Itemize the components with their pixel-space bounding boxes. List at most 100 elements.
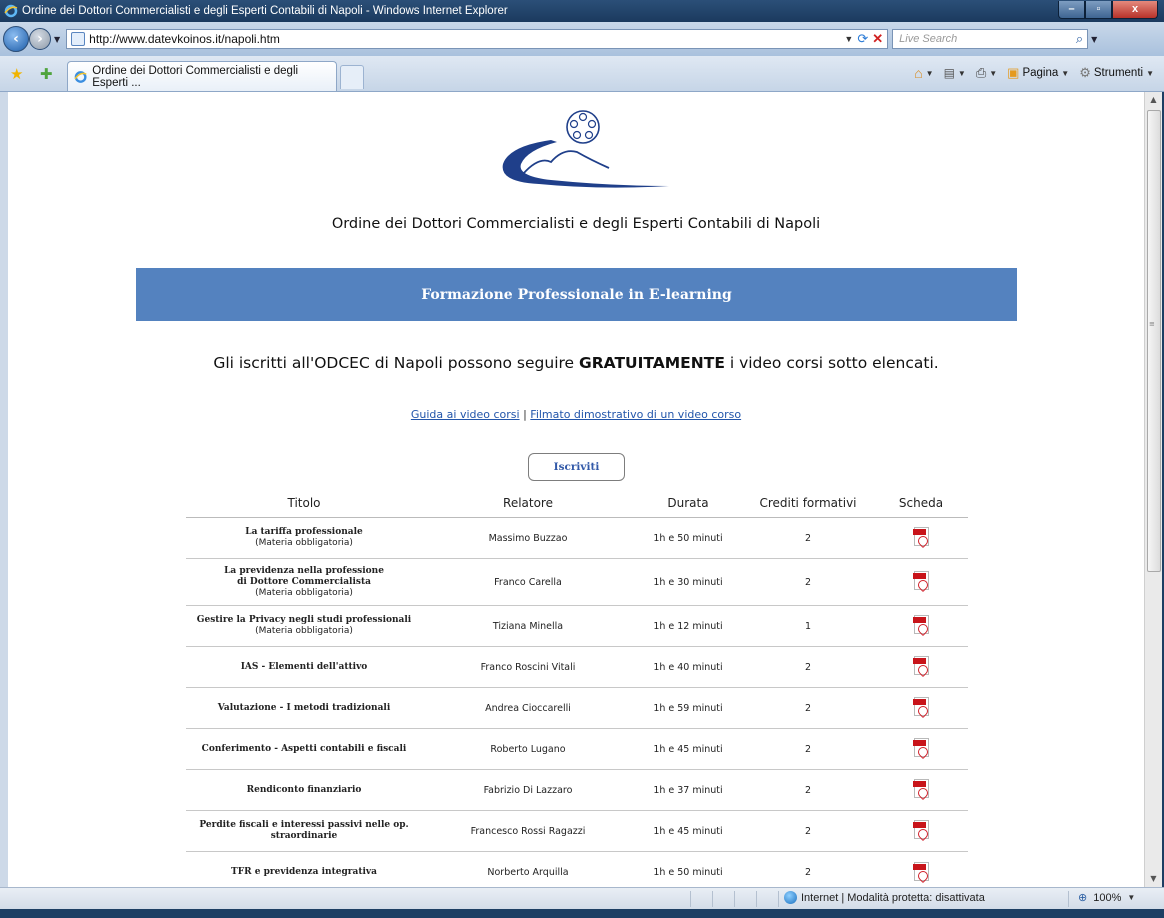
course-title: Rendiconto finanziario xyxy=(246,784,362,795)
status-divider xyxy=(756,891,757,907)
pdf-icon[interactable] xyxy=(912,656,929,675)
search-options-icon[interactable]: ▼ xyxy=(1091,35,1097,44)
zoom-control[interactable]: ⊕ 100% ▼ xyxy=(1078,891,1135,905)
tools-menu-button[interactable]: ⚙ Strumenti ▼ xyxy=(1079,65,1154,81)
zoom-icon: ⊕ xyxy=(1078,892,1088,904)
intro-emphasis: GRATUITAMENTE xyxy=(579,354,725,372)
demo-video-link[interactable]: Filmato dimostrativo di un video corso xyxy=(530,408,741,421)
close-button[interactable]: x xyxy=(1112,1,1158,19)
course-credits: 2 xyxy=(804,532,812,544)
new-tab-button[interactable] xyxy=(340,65,364,89)
home-button[interactable]: ⌂ ▼ xyxy=(914,65,933,81)
vertical-scrollbar[interactable]: ▲ ≡ ▼ xyxy=(1144,92,1162,887)
intro-text: Gli iscritti all'ODCEC di Napoli possono… xyxy=(8,354,1144,372)
course-speaker: Massimo Buzzao xyxy=(488,532,568,544)
add-favorites-icon[interactable]: ✚ xyxy=(40,65,53,83)
page-icon xyxy=(71,32,86,46)
search-input[interactable]: Live Search ⌕ xyxy=(892,29,1089,49)
odcec-logo xyxy=(502,110,669,188)
mandatory-note: (Materia obbligatoria) xyxy=(255,626,353,636)
course-duration: 1h e 59 minuti xyxy=(653,702,723,714)
address-toolbar: ‹ › ▼ http://www.datevkoinos.it/napoli.h… xyxy=(0,22,1164,56)
address-dropdown-icon[interactable]: ▼ xyxy=(844,34,853,44)
table-row: Valutazione - I metodi tradizionali Andr… xyxy=(186,688,968,729)
course-speaker: Roberto Lugano xyxy=(490,743,566,755)
course-speaker: Tiziana Minella xyxy=(492,620,564,632)
link-separator: | xyxy=(523,408,527,421)
ie-tab-icon xyxy=(74,70,87,83)
course-duration: 1h e 30 minuti xyxy=(653,576,723,588)
security-zone[interactable]: Internet | Modalità protetta: disattivat… xyxy=(784,891,985,904)
pdf-icon[interactable] xyxy=(912,738,929,757)
feeds-button[interactable]: ▤ ▼ xyxy=(944,66,966,80)
course-duration: 1h e 45 minuti xyxy=(653,825,723,837)
table-row: IAS - Elementi dell'attivo Franco Roscin… xyxy=(186,647,968,688)
header-sheet: Scheda xyxy=(898,495,944,510)
forward-button[interactable]: › xyxy=(29,28,51,50)
window-title-bar[interactable]: Ordine dei Dottori Commercialisti e degl… xyxy=(0,0,1164,22)
course-duration: 1h e 37 minuti xyxy=(653,784,723,796)
course-speaker: Francesco Rossi Ragazzi xyxy=(470,825,586,837)
course-title: TFR e previdenza integrativa xyxy=(231,867,377,877)
window-frame-left xyxy=(0,92,8,887)
pdf-icon[interactable] xyxy=(912,861,929,881)
course-duration: 1h e 12 minuti xyxy=(653,620,723,632)
url-text[interactable]: http://www.datevkoinos.it/napoli.htm xyxy=(89,32,840,46)
favorites-star-icon[interactable]: ★ xyxy=(10,65,23,83)
minimize-button[interactable]: – xyxy=(1058,1,1085,19)
scroll-up-arrow-icon[interactable]: ▲ xyxy=(1145,92,1162,108)
page-menu-label: Pagina xyxy=(1022,67,1059,79)
guide-link[interactable]: Guida ai video corsi xyxy=(411,408,520,421)
pdf-icon[interactable] xyxy=(912,820,929,839)
mandatory-note: (Materia obbligatoria) xyxy=(255,587,353,598)
pdf-icon[interactable] xyxy=(912,527,929,546)
course-title: IAS - Elementi dell'attivo xyxy=(240,661,368,672)
back-button[interactable]: ‹ xyxy=(3,26,29,52)
status-divider xyxy=(778,891,779,907)
course-credits: 2 xyxy=(804,867,812,878)
tab-bar: ★ ✚ Ordine dei Dottori Commercialisti e … xyxy=(0,56,1164,92)
pdf-icon[interactable] xyxy=(912,571,929,590)
status-divider xyxy=(690,891,691,907)
pdf-icon[interactable] xyxy=(912,615,929,634)
course-speaker: Franco Carella xyxy=(494,576,562,588)
rss-icon: ▤ xyxy=(943,66,955,80)
tab-current[interactable]: Ordine dei Dottori Commercialisti e degl… xyxy=(67,61,337,91)
course-title: La tariffa professionale xyxy=(245,527,363,537)
maximize-button[interactable]: ▫ xyxy=(1085,1,1112,19)
pdf-icon[interactable] xyxy=(912,697,929,716)
history-dropdown-icon[interactable]: ▼ xyxy=(54,35,60,44)
address-field[interactable]: http://www.datevkoinos.it/napoli.htm ▼ ⟳… xyxy=(66,29,889,49)
scroll-thumb[interactable] xyxy=(1147,110,1161,572)
window-title: Ordine dei Dottori Commercialisti e degl… xyxy=(22,5,508,17)
course-speaker: Franco Roscini Vitali xyxy=(480,661,576,673)
stop-icon[interactable]: ✕ xyxy=(872,31,883,47)
pdf-icon[interactable] xyxy=(912,779,929,798)
refresh-icon[interactable]: ⟳ xyxy=(857,31,868,47)
intro-after: i video corsi sotto elencati. xyxy=(724,354,939,372)
tools-menu-label: Strumenti xyxy=(1093,67,1144,79)
course-credits: 2 xyxy=(804,784,812,796)
print-button[interactable]: ⎙ ▼ xyxy=(976,65,997,81)
ie-logo-icon xyxy=(4,4,18,18)
course-speaker: Fabrizio Di Lazzaro xyxy=(483,784,573,796)
course-title: Valutazione - I metodi tradizionali xyxy=(217,702,391,713)
table-row: Gestire la Privacy negli studi professio… xyxy=(186,606,968,647)
help-links: Guida ai video corsi | Filmato dimostrat… xyxy=(8,408,1144,421)
page-menu-button[interactable]: ▣ Pagina ▼ xyxy=(1007,65,1069,81)
scroll-down-arrow-icon[interactable]: ▼ xyxy=(1145,871,1162,887)
page-menu-icon: ▣ xyxy=(1007,65,1020,80)
search-icon[interactable]: ⌕ xyxy=(1076,31,1083,47)
header-duration: Durata xyxy=(667,495,709,510)
globe-icon xyxy=(784,891,797,904)
course-title: La previdenza nella professione di Dotto… xyxy=(224,565,384,587)
table-row: La tariffa professionale (Materia obbliga… xyxy=(186,518,968,559)
mandatory-note: (Materia obbligatoria) xyxy=(255,538,353,548)
scroll-grip-icon: ≡ xyxy=(1149,320,1155,328)
taskbar-strip xyxy=(0,909,1164,918)
subscribe-button[interactable]: Iscriviti xyxy=(528,453,625,481)
search-placeholder: Live Search xyxy=(899,33,958,45)
tab-title: Ordine dei Dottori Commercialisti e degl… xyxy=(92,64,299,89)
print-icon: ⎙ xyxy=(975,65,987,80)
zoom-dropdown-icon[interactable]: ▼ xyxy=(1127,893,1135,902)
